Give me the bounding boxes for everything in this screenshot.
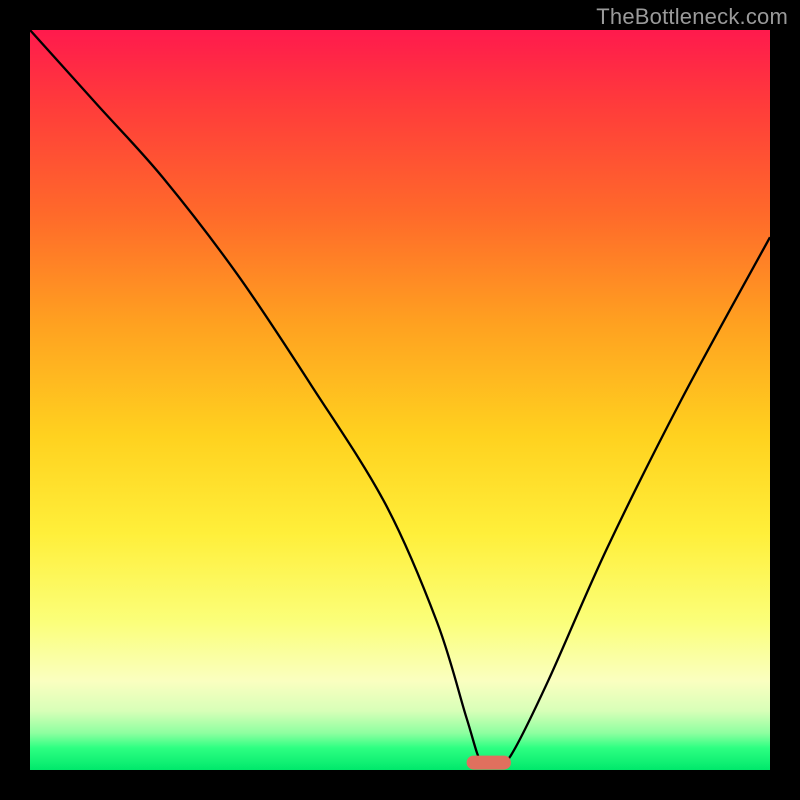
bottleneck-curve xyxy=(30,30,770,766)
plot-area xyxy=(30,30,770,770)
curve-layer xyxy=(30,30,770,770)
chart-frame: TheBottleneck.com xyxy=(0,0,800,800)
optimal-marker xyxy=(467,756,511,770)
watermark-text: TheBottleneck.com xyxy=(596,4,788,30)
